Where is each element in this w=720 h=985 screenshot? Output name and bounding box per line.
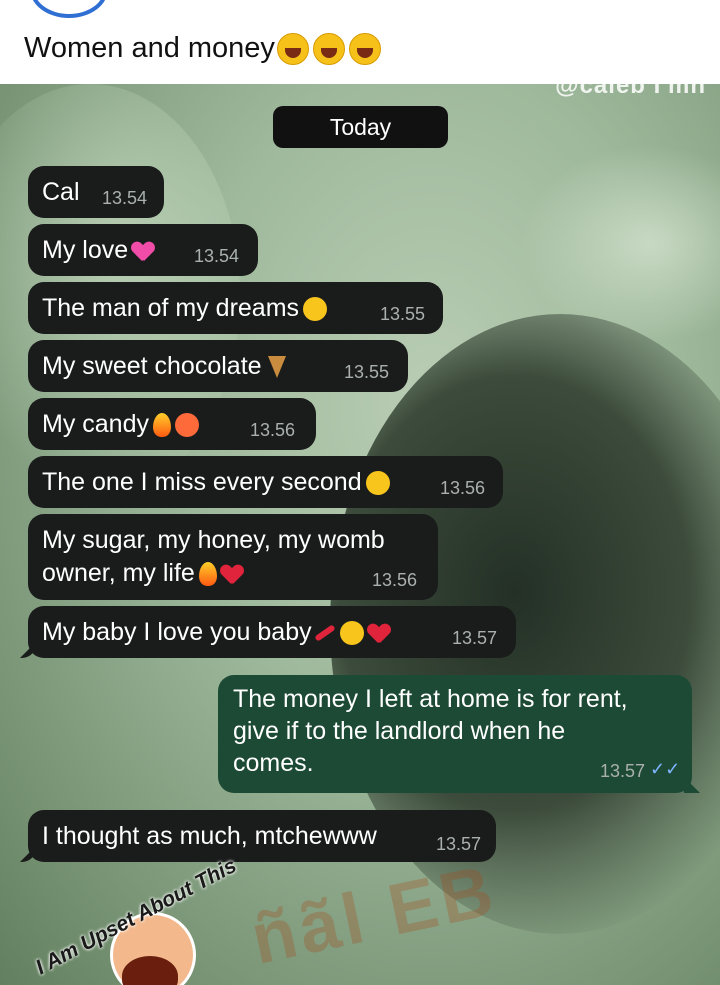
message-text: My love xyxy=(42,236,129,264)
message-bubble[interactable]: My sweet chocolate 13.55 xyxy=(28,340,408,392)
message-bubble[interactable]: I thought as much, mtchewww 13.57 xyxy=(28,810,496,862)
message-bubble[interactable]: My love 13.54 xyxy=(28,224,258,276)
message-text: The one I miss every second xyxy=(42,468,362,496)
post-caption-text: Women and money xyxy=(24,32,275,64)
avatar[interactable] xyxy=(30,0,108,18)
message-time: 13.56 xyxy=(372,570,418,590)
message-bubble[interactable]: Cal 13.54 xyxy=(28,166,164,218)
message-text: The money I left at home is for rent, xyxy=(233,685,628,713)
message-bubble[interactable]: My baby I love you baby 13.57 xyxy=(28,606,516,658)
message-text: owner, my life xyxy=(42,559,195,587)
message-bubble[interactable]: My sugar, my honey, my womb owner, my li… xyxy=(28,514,438,600)
hot-face-emoji-icon xyxy=(174,413,199,438)
red-heart-emoji-icon xyxy=(368,622,390,644)
message-text: Cal xyxy=(42,178,80,206)
message-text: My sweet chocolate xyxy=(42,352,262,380)
message-bubble[interactable]: The man of my dreams 13.55 xyxy=(28,282,443,334)
message-text: My sugar, my honey, my womb xyxy=(42,526,385,554)
message-text: The man of my dreams xyxy=(42,294,300,322)
watermark-logo: ñãl EB xyxy=(244,850,504,980)
winking-face-emoji-icon xyxy=(365,471,390,496)
watermark-handle: @caleb I'mh xyxy=(555,84,706,99)
chat-screenshot: @caleb I'mh Today Cal 13.54 My love 13.5… xyxy=(0,84,720,985)
message-time: 13.55 xyxy=(344,362,390,382)
message-time: 13.57 xyxy=(452,628,498,648)
caption-emojis xyxy=(276,32,381,65)
message-bubble[interactable]: The one I miss every second 13.56 xyxy=(28,456,503,508)
message-bubble[interactable]: My candy 13.56 xyxy=(28,398,316,450)
message-time: 13.57 xyxy=(600,761,646,781)
message-time: 13.54 xyxy=(194,246,240,266)
message-text: My baby I love you baby xyxy=(42,618,312,646)
red-heart-emoji-icon xyxy=(221,563,243,585)
rofl-emoji-icon xyxy=(348,32,381,65)
message-time: 13.54 xyxy=(102,188,148,208)
date-separator: Today xyxy=(273,106,448,148)
pleading-face-emoji-icon xyxy=(303,297,328,322)
read-receipt-icon: ✓✓ xyxy=(650,759,681,779)
laughing-emoji-icon xyxy=(312,32,345,65)
message-text: I thought as much, mtchewww xyxy=(42,822,377,850)
upset-sticker: I Am Upset About This xyxy=(22,854,262,985)
outgoing-message-bubble[interactable]: The money I left at home is for rent, gi… xyxy=(218,675,692,793)
laughing-emoji-icon xyxy=(276,32,309,65)
pleading-face-emoji-icon xyxy=(339,621,364,646)
fire-emoji-icon xyxy=(198,562,217,587)
message-text: My candy xyxy=(42,410,149,438)
ice-cream-emoji-icon xyxy=(267,356,286,379)
pushpin-emoji-icon xyxy=(313,624,336,643)
fire-emoji-icon xyxy=(152,413,171,438)
message-time: 13.56 xyxy=(250,420,296,440)
message-time: 13.56 xyxy=(440,478,486,498)
post-caption: Women and money xyxy=(24,32,381,65)
message-text: comes. xyxy=(233,749,314,777)
message-time: 13.55 xyxy=(380,304,426,324)
post-header: Women and money xyxy=(0,0,720,84)
pink-heart-emoji-icon xyxy=(132,240,154,262)
message-text: give if to the landlord when he xyxy=(233,717,566,745)
